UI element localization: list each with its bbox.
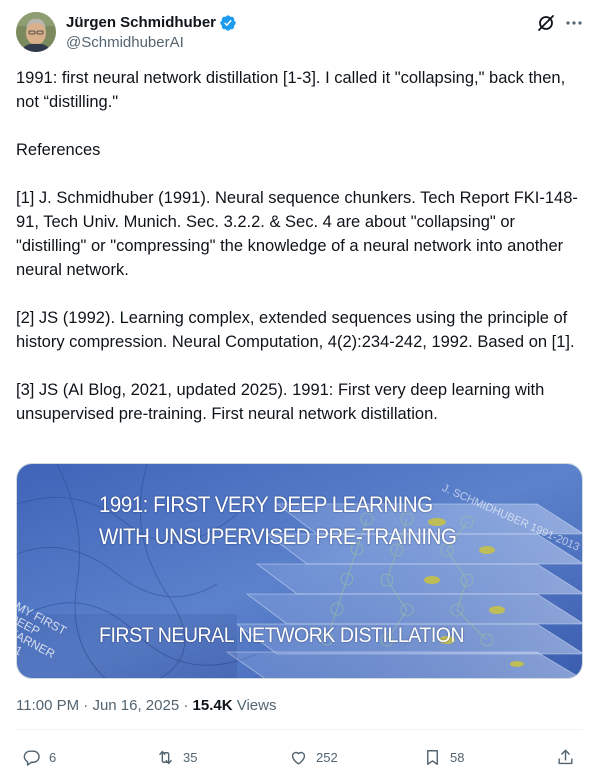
tweet-paragraph: [2] JS (1992). Learning complex, extende… (16, 309, 575, 351)
author-name-row[interactable]: Jürgen Schmidhuber (66, 13, 237, 33)
reply-icon (23, 750, 40, 766)
views-label[interactable]: Views (237, 697, 277, 714)
media-image[interactable]: J. SCHMIDHUBER 1991-2013 1991: FIRST VER… (16, 463, 583, 679)
share-icon (558, 749, 573, 765)
verified-badge-icon[interactable] (219, 14, 237, 32)
like-button[interactable]: 252 (289, 748, 338, 767)
reply-count: 6 (49, 750, 57, 765)
author-name[interactable]: Jürgen Schmidhuber (66, 13, 216, 33)
more-icon[interactable] (564, 13, 584, 33)
share-button[interactable] (556, 748, 575, 767)
media-title-line1: 1991: FIRST VERY DEEP LEARNING (99, 492, 433, 517)
media-title-line2: WITH UNSUPERVISED PRE-TRAINING (99, 524, 457, 549)
tweet-meta: 11:00 PM · Jun 16, 2025 · 15.4K Views (16, 696, 276, 716)
divider (16, 729, 583, 730)
meta-separator: · (83, 697, 89, 714)
author-handle[interactable]: @SchmidhuberAI (66, 33, 184, 53)
tweet-paragraph: [3] JS (AI Blog, 2021, updated 2025). 19… (16, 381, 545, 423)
tweet-paragraph: [1] J. Schmidhuber (1991). Neural sequen… (16, 189, 578, 279)
like-count: 252 (316, 750, 338, 765)
reply-button[interactable]: 6 (22, 748, 56, 767)
tweet-paragraph: 1991: first neural network distillation … (16, 69, 566, 111)
retweet-count: 35 (183, 750, 198, 765)
tweet: Jürgen Schmidhuber @SchmidhuberAI 1991: … (0, 0, 599, 782)
grok-icon[interactable] (536, 13, 556, 33)
retweet-icon (159, 750, 172, 765)
avatar[interactable] (16, 12, 56, 52)
retweet-button[interactable]: 35 (156, 748, 197, 767)
post-date[interactable]: Jun 16, 2025 (92, 697, 179, 714)
bookmark-button[interactable]: 58 (423, 748, 464, 767)
views-count[interactable]: 15.4K (193, 697, 233, 714)
bookmark-count: 58 (450, 750, 465, 765)
meta-separator: · (183, 697, 189, 714)
post-time[interactable]: 11:00 PM (16, 697, 79, 714)
like-icon (291, 751, 306, 765)
tweet-paragraph: References (16, 141, 101, 159)
bookmark-icon (427, 750, 438, 765)
tweet-text: 1991: first neural network distillation … (16, 66, 584, 426)
media-subtitle: FIRST NEURAL NETWORK DISTILLATION (99, 624, 465, 647)
